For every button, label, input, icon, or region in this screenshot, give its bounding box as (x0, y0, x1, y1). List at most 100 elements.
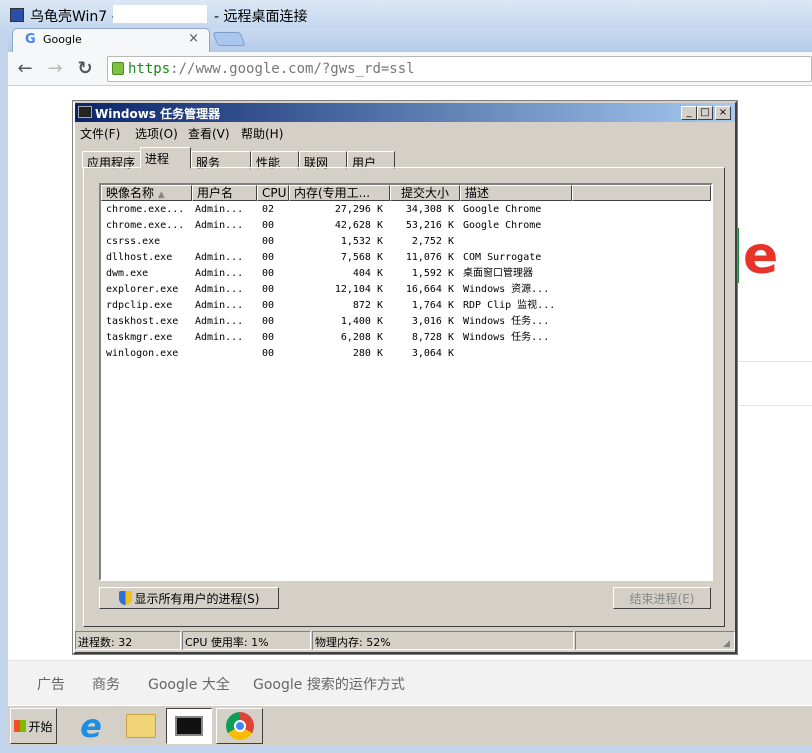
cell-user-name: Admin... (195, 284, 244, 295)
cell-description: Google Chrome (463, 220, 542, 231)
process-row[interactable]: taskmgr.exe Admin... 00 6,208 K 8,728 K Windo… (101, 330, 711, 346)
window-title: Windows 任务管理器 (95, 107, 221, 121)
cell-memory: 42,628 K (334, 220, 383, 231)
end-process-button[interactable]: 结束进程(E) (613, 587, 711, 609)
process-row[interactable]: taskhost.exe Admin... 00 1,400 K 3,016 K Wind… (101, 314, 711, 330)
footer-link-how-search-works[interactable]: Google 搜索的运作方式 (253, 674, 405, 694)
task-manager-title-bar[interactable]: Windows 任务管理器 _ □ × (75, 103, 735, 122)
process-row[interactable]: winlogon.exe 00 280 K 3,064 K (101, 346, 711, 362)
process-row[interactable]: rdpclip.exe Admin... 00 872 K 1,764 K RDP Cli… (101, 298, 711, 314)
start-button[interactable]: 开始 (10, 708, 57, 744)
cell-process-name: rdpclip.exe (106, 300, 173, 311)
status-empty (575, 631, 735, 650)
chrome-icon[interactable] (216, 708, 263, 744)
cell-memory: 404 K (352, 268, 383, 279)
task-manager-window: Windows 任务管理器 _ □ × 文件(F) 选项(O) 查看(V) 帮助… (72, 100, 738, 655)
process-row[interactable]: csrss.exe 00 1,532 K 2,752 K (101, 234, 711, 250)
process-row[interactable]: chrome.exe... Admin... 00 42,628 K 53,216 K G… (101, 218, 711, 234)
rdp-title-left: 乌龟壳Win7 - (30, 9, 117, 25)
menu-options[interactable]: 选项(O) (135, 125, 178, 142)
google-doodle[interactable]: e (737, 218, 797, 286)
process-row[interactable]: dllhost.exe Admin... 00 7,568 K 11,076 K COM … (101, 250, 711, 266)
back-icon[interactable]: ← (14, 58, 36, 79)
button-label: 显示所有用户的进程(S) (134, 591, 260, 606)
process-row[interactable]: explorer.exe Admin... 00 12,104 K 16,664 K Wi… (101, 282, 711, 298)
google-favicon-icon: G (25, 32, 36, 47)
task-manager-taskbar-icon[interactable] (166, 708, 212, 744)
cell-process-name: explorer.exe (106, 284, 179, 295)
cell-process-name: taskmgr.exe (106, 332, 173, 343)
close-button[interactable]: × (715, 106, 731, 120)
cell-user-name: Admin... (195, 252, 244, 263)
cell-description: 桌面窗口管理器 (463, 268, 533, 279)
cell-process-name: dwm.exe (106, 268, 149, 279)
new-tab-button[interactable] (212, 32, 246, 46)
column-commit-size[interactable]: 提交大小 (390, 185, 460, 201)
process-row[interactable]: chrome.exe... Admin... 02 27,296 K 34,308 K G… (101, 202, 711, 218)
cell-description: Windows 资源... (463, 284, 550, 295)
doodle-light-string (737, 228, 739, 283)
cell-description: Google Chrome (463, 204, 542, 215)
resize-grip-icon[interactable]: ◢ (723, 639, 730, 649)
column-description[interactable]: 描述 (460, 185, 572, 201)
cell-commit-size: 1,592 K (411, 268, 454, 279)
cell-process-name: taskhost.exe (106, 316, 179, 327)
cell-memory: 872 K (352, 300, 383, 311)
cell-memory: 27,296 K (334, 204, 383, 215)
process-row[interactable]: dwm.exe Admin... 00 404 K 1,592 K 桌面窗口管理器 (101, 266, 711, 282)
menu-file[interactable]: 文件(F) (80, 125, 120, 142)
cell-process-name: chrome.exe... (106, 204, 185, 215)
minimize-button[interactable]: _ (681, 106, 697, 120)
tab-processes[interactable]: 进程 (140, 147, 191, 169)
window-frame-bottom (0, 745, 812, 753)
footer-link-business[interactable]: 商务 (92, 674, 120, 694)
cell-user-name: Admin... (195, 268, 244, 279)
column-label: 映像名称 (106, 186, 155, 200)
explorer-folder-icon[interactable] (120, 708, 162, 744)
ie-icon[interactable]: e (70, 707, 112, 745)
cell-commit-size: 3,064 K (411, 348, 454, 359)
tab-title: Google (43, 33, 82, 46)
start-label: 开始 (28, 719, 53, 734)
rdp-icon (10, 8, 24, 22)
cell-commit-size: 1,764 K (411, 300, 454, 311)
tab-close-icon[interactable]: × (188, 31, 199, 46)
menu-help[interactable]: 帮助(H) (241, 125, 283, 142)
status-physical-memory: 物理内存: 52% (312, 631, 574, 650)
cell-commit-size: 34,308 K (405, 204, 454, 215)
cell-description: Windows 任务... (463, 316, 550, 327)
column-memory[interactable]: 内存(专用工... (289, 185, 390, 201)
reload-icon[interactable]: ↻ (74, 58, 96, 79)
column-user-name[interactable]: 用户名 (192, 185, 257, 201)
tab-google[interactable]: G Google × (12, 28, 210, 52)
cell-cpu: 00 (262, 300, 275, 311)
url-scheme: https (128, 61, 171, 77)
cell-commit-size: 16,664 K (405, 284, 454, 295)
cell-memory: 1,532 K (340, 236, 383, 247)
address-bar[interactable]: https://www.google.com/?gws_rd=ssl (107, 56, 812, 82)
footer-link-about[interactable]: Google 大全 (148, 674, 230, 694)
process-list[interactable]: 映像名称 ▲ 用户名 CPU 内存(专用工... 提交大小 描述 chrome.… (99, 183, 713, 581)
show-all-users-button[interactable]: 显示所有用户的进程(S) (99, 587, 279, 609)
column-cpu[interactable]: CPU (257, 185, 289, 201)
forward-icon[interactable]: → (44, 58, 66, 79)
cell-process-name: chrome.exe... (106, 220, 185, 231)
footer-link-ads[interactable]: 广告 (37, 674, 65, 694)
status-cpu-usage: CPU 使用率: 1% (182, 631, 311, 650)
cell-memory: 12,104 K (334, 284, 383, 295)
cell-commit-size: 2,752 K (411, 236, 454, 247)
window-frame (0, 28, 8, 748)
menu-view[interactable]: 查看(V) (188, 125, 230, 142)
divider (737, 405, 812, 406)
status-process-count: 进程数: 32 (75, 631, 181, 650)
cell-cpu: 02 (262, 204, 275, 215)
maximize-button[interactable]: □ (697, 106, 713, 120)
cell-process-name: dllhost.exe (106, 252, 173, 263)
column-image-name[interactable]: 映像名称 ▲ (101, 185, 192, 201)
cell-memory: 1,400 K (340, 316, 383, 327)
cell-description: Windows 任务... (463, 332, 550, 343)
windows-logo-icon (14, 720, 27, 732)
cell-user-name: Admin... (195, 300, 244, 311)
redacted-host (113, 5, 207, 23)
cell-memory: 6,208 K (340, 332, 383, 343)
